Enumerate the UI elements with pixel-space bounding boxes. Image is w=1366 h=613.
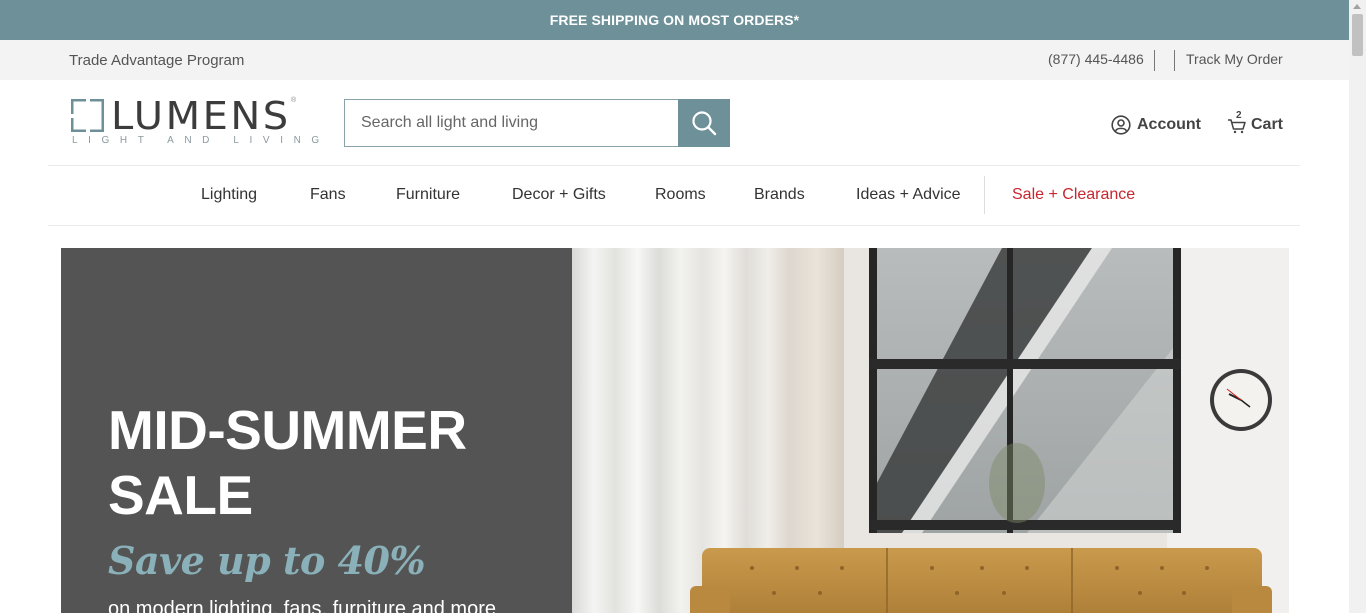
nav-item-brands[interactable]: Brands xyxy=(754,186,805,204)
trade-program-link[interactable]: Trade Advantage Program xyxy=(69,52,244,69)
search-icon xyxy=(692,111,717,136)
cart-label: Cart xyxy=(1251,116,1284,133)
search-input[interactable] xyxy=(344,99,680,147)
scrollbar-thumb[interactable] xyxy=(1352,14,1363,56)
nav-item-sale-clearance[interactable]: Sale + Clearance xyxy=(1012,186,1135,204)
nav-item-ideas-advice[interactable]: Ideas + Advice xyxy=(856,186,961,204)
lumens-logo[interactable]: LUMENS ® LIGHT AND LIVING xyxy=(71,95,319,149)
cart-icon-wrap: 2 xyxy=(1227,110,1247,135)
phone-link[interactable]: (877) 445-4486 xyxy=(1048,51,1144,67)
page-scrollbar[interactable] xyxy=(1349,0,1366,613)
nav-item-rooms[interactable]: Rooms xyxy=(655,186,706,204)
hero-subtitle: on modern lighting, fans, furniture and … xyxy=(108,598,496,613)
hero-title-line1: MID-SUMMER xyxy=(108,399,467,461)
hero-title-line2: SALE xyxy=(108,464,253,526)
promo-banner[interactable]: FREE SHIPPING ON MOST ORDERS* xyxy=(0,0,1349,40)
hero-living-room-image xyxy=(572,248,1289,613)
user-circle-icon xyxy=(1111,115,1131,135)
search-button[interactable] xyxy=(678,99,730,147)
track-order-link[interactable]: Track My Order xyxy=(1186,51,1283,67)
site-header: LUMENS ® LIGHT AND LIVING Account xyxy=(0,80,1349,166)
scroll-up-arrow-icon[interactable] xyxy=(1353,4,1361,9)
cart-count: 2 xyxy=(1236,110,1242,121)
account-label: Account xyxy=(1137,116,1201,133)
search-bar xyxy=(344,99,730,147)
nav-divider-line xyxy=(48,225,1300,226)
page: FREE SHIPPING ON MOST ORDERS* Trade Adva… xyxy=(0,0,1366,613)
nav-item-furniture[interactable]: Furniture xyxy=(396,186,460,204)
hero-banner[interactable]: MID-SUMMER SALE Save up to 40% on modern… xyxy=(61,248,1289,613)
promo-text[interactable]: FREE SHIPPING ON MOST ORDERS* xyxy=(550,12,800,28)
lumens-square-mark-icon xyxy=(71,99,104,132)
cart-link[interactable]: 2 Cart xyxy=(1227,110,1284,135)
nav-item-lighting[interactable]: Lighting xyxy=(201,186,257,204)
divider xyxy=(1174,50,1175,71)
hero-save-text: Save up to 40% xyxy=(108,538,426,583)
divider xyxy=(1154,50,1155,71)
account-link[interactable]: Account xyxy=(1111,115,1201,135)
logo-wordmark: LUMENS xyxy=(111,95,291,139)
logo-tagline: LIGHT AND LIVING xyxy=(72,135,330,146)
nav-item-fans[interactable]: Fans xyxy=(310,186,346,204)
nav-divider xyxy=(984,176,985,214)
nav-item-decor-gifts[interactable]: Decor + Gifts xyxy=(512,186,606,204)
main-nav: Lighting Fans Furniture Decor + Gifts Ro… xyxy=(0,166,1349,225)
logo-registered-mark: ® xyxy=(291,97,297,104)
utility-bar: Trade Advantage Program (877) 445-4486 T… xyxy=(0,40,1349,80)
hero-title: MID-SUMMER SALE xyxy=(108,398,548,528)
